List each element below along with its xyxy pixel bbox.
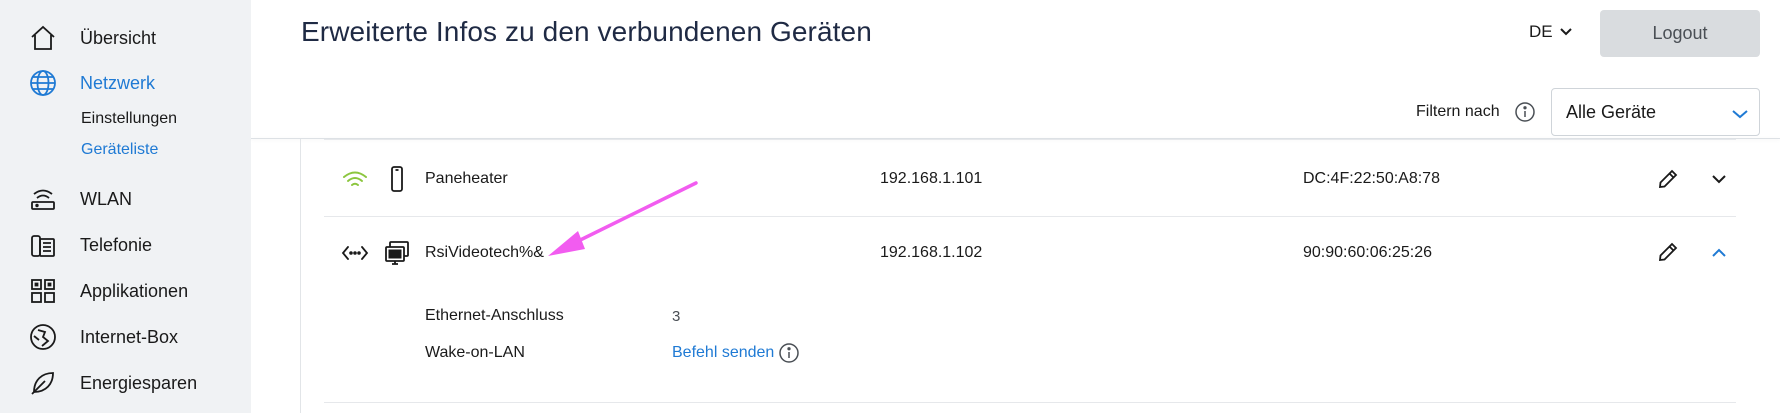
sidebar-item-applikationen[interactable]: Applikationen	[0, 271, 251, 311]
card-border	[300, 139, 301, 413]
internet-box-icon	[28, 322, 58, 352]
router-icon	[28, 184, 58, 214]
edit-icon[interactable]	[1654, 165, 1682, 193]
home-icon	[28, 23, 58, 53]
sidebar: Übersicht Netzwerk Einstellungen Gerätel…	[0, 0, 251, 413]
chevron-up-icon[interactable]	[1708, 242, 1730, 264]
edit-icon[interactable]	[1654, 238, 1682, 266]
sidebar-subitem-geraeteliste[interactable]: Geräteliste	[81, 141, 158, 159]
send-command-link[interactable]: Befehl senden	[672, 344, 774, 362]
divider	[324, 216, 1736, 217]
sidebar-item-netzwerk[interactable]: Netzwerk	[0, 63, 251, 103]
info-icon[interactable]	[778, 342, 800, 364]
sidebar-item-internet-box[interactable]: Internet-Box	[0, 317, 251, 357]
language-selector[interactable]: DE	[1529, 22, 1573, 42]
divider	[324, 139, 1736, 140]
wake-on-lan-label: Wake-on-LAN	[425, 344, 525, 361]
sidebar-item-energiesparen[interactable]: Energiesparen	[0, 363, 251, 403]
ethernet-icon	[340, 238, 370, 268]
sidebar-item-label: Übersicht	[80, 27, 157, 48]
apps-grid-icon	[28, 276, 58, 306]
chevron-down-icon	[1731, 104, 1749, 125]
leaf-icon	[28, 368, 58, 398]
divider	[324, 402, 1736, 403]
device-mac: 90:90:60:06:25:26	[1303, 244, 1433, 261]
device-name: Paneheater	[425, 170, 508, 187]
ethernet-port-label: Ethernet-Anschluss	[425, 307, 564, 324]
wifi-icon	[340, 165, 370, 195]
device-row[interactable]: Paneheater 192.168.1.101 DC:4F:22:50:A8:…	[324, 145, 1736, 215]
device-mac: DC:4F:22:50:A8:78	[1303, 170, 1440, 187]
page-title: Erweiterte Infos zu den verbundenen Gerä…	[301, 16, 872, 47]
device-row[interactable]: RsiVideotech%& 192.168.1.102 90:90:60:06…	[324, 218, 1736, 288]
globe-icon	[28, 68, 58, 98]
sidebar-item-wlan[interactable]: WLAN	[0, 179, 251, 219]
sidebar-item-label: Applikationen	[80, 280, 189, 301]
device-ip: 192.168.1.101	[880, 170, 983, 187]
chevron-down-icon[interactable]	[1708, 168, 1730, 190]
chevron-down-icon	[1559, 22, 1573, 42]
sidebar-subitem-einstellungen[interactable]: Einstellungen	[81, 110, 177, 128]
ethernet-port-value: 3	[672, 308, 681, 325]
filter-select[interactable]: Alle Geräte	[1551, 88, 1760, 136]
sidebar-item-label: Telefonie	[80, 234, 153, 255]
logout-button[interactable]: Logout	[1600, 10, 1760, 57]
mobile-device-icon	[382, 164, 412, 194]
device-ip: 192.168.1.102	[880, 244, 983, 261]
sidebar-item-uebersicht[interactable]: Übersicht	[0, 18, 251, 58]
sidebar-item-label: Netzwerk	[80, 72, 156, 93]
device-name: RsiVideotech%&	[425, 244, 544, 261]
filter-select-value: Alle Geräte	[1566, 101, 1657, 122]
sidebar-item-label: Internet-Box	[80, 326, 179, 347]
sidebar-item-label: WLAN	[80, 188, 133, 209]
info-icon[interactable]	[1514, 101, 1536, 123]
computer-icon	[382, 238, 412, 268]
sidebar-item-label: Energiesparen	[80, 372, 198, 393]
phone-icon	[28, 230, 58, 260]
language-label: DE	[1529, 22, 1553, 41]
sidebar-item-telefonie[interactable]: Telefonie	[0, 225, 251, 265]
filter-label: Filtern nach	[1416, 103, 1500, 120]
